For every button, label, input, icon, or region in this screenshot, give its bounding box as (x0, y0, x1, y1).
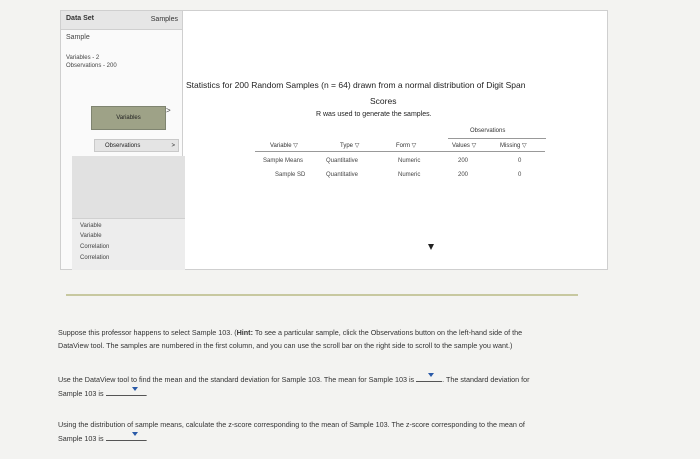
sort-down-icon: ▽ (411, 143, 417, 149)
chevron-down-icon (131, 387, 138, 391)
cell-form: Numeric (398, 172, 421, 178)
question-2: Use the DataView tool to find the mean a… (58, 372, 658, 400)
z-score-dropdown[interactable] (105, 431, 146, 441)
column-header-values[interactable]: Values ▽ (452, 142, 476, 149)
data-set-tab[interactable]: Data Set (66, 15, 94, 22)
chevron-right-icon: > (171, 143, 175, 149)
cell-missing: 0 (518, 172, 522, 178)
title-line-2: Scores (370, 96, 397, 106)
cell-values: 200 (458, 172, 469, 178)
cell-type: Quantitative (326, 172, 359, 178)
sidebar-panel (72, 156, 185, 218)
sort-down-icon: ▽ (471, 143, 477, 149)
list-item[interactable]: Correlation (80, 255, 109, 261)
sample-label: Sample (66, 34, 90, 41)
title-line-1: Statistics for 200 Random Samples (n = 6… (186, 80, 526, 90)
sort-down-icon: ▽ (522, 143, 527, 149)
standard-deviation-dropdown[interactable] (105, 386, 146, 396)
cell-variable: Sample Means (263, 158, 304, 164)
dataview-tool: Data Set Samples Sample Variables - 2 Ob… (60, 10, 608, 270)
cell-form: Numeric (398, 158, 421, 164)
question-1: Suppose this professor happens to select… (58, 328, 523, 350)
column-header-missing[interactable]: Missing ▽ (500, 142, 527, 149)
observations-button[interactable]: Observations > (94, 139, 179, 152)
chevron-right-icon[interactable]: > (166, 106, 171, 115)
variable-list: Variable Variable Correlation Correlatio… (72, 218, 185, 270)
sidebar-header: Data Set Samples (61, 11, 182, 30)
variables-count: Variables - 2 (66, 55, 100, 61)
variables-button[interactable]: Variables (91, 106, 166, 130)
cell-values: 200 (458, 158, 469, 164)
column-header-type[interactable]: Type ▽ (340, 142, 359, 149)
divider (448, 138, 546, 139)
mouse-cursor-icon (428, 244, 434, 250)
column-header-variable[interactable]: Variable ▽ (270, 142, 298, 149)
sort-down-icon: ▽ (293, 143, 298, 149)
cell-type: Quantitative (326, 158, 359, 164)
observations-group-header: Observations (470, 128, 506, 134)
samples-tab[interactable]: Samples (151, 16, 178, 23)
chevron-down-icon (428, 373, 435, 377)
question-3: Using the distribution of sample means, … (58, 420, 525, 443)
observations-button-label: Observations (105, 143, 141, 149)
mean-dropdown[interactable] (416, 372, 443, 382)
cell-variable: Sample SD (275, 172, 306, 178)
sidebar: Data Set Samples Sample Variables - 2 Ob… (61, 11, 185, 270)
subtitle: R was used to generate the samples. (316, 111, 432, 118)
list-item[interactable]: Correlation (80, 244, 109, 250)
list-item[interactable]: Variable (80, 233, 102, 239)
sort-down-icon: ▽ (354, 143, 360, 149)
column-header-form[interactable]: Form ▽ (396, 142, 416, 149)
observations-count: Observations - 200 (66, 63, 117, 69)
section-divider (66, 294, 578, 296)
cell-missing: 0 (518, 158, 522, 164)
divider (255, 151, 545, 152)
list-item[interactable]: Variable (80, 223, 102, 229)
chevron-down-icon (131, 432, 138, 436)
